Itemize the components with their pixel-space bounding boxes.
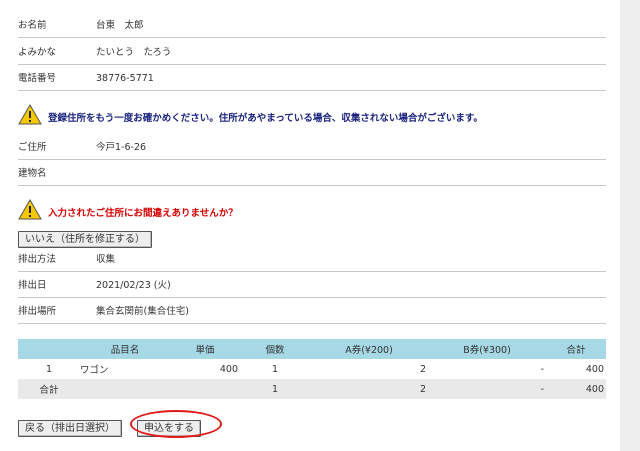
row-label: よみかな [18,47,57,58]
row-method: 排出方法 収集 [18,248,606,272]
submit-button[interactable]: 申込をする [137,420,201,437]
row-kana: よみかな たいとう たろう [18,41,606,65]
items-table: 品目名 単価 個数 A券(¥200) B券(¥300) 合計 1 ワゴン 400… [18,339,606,399]
warning-icon [18,199,42,220]
column-header: A券(¥200) [310,339,428,359]
row-value: 集合玄関前(集合住宅) [96,306,189,317]
ticket-b: - [540,363,544,375]
row-total: 400 [585,363,604,375]
row-building: 建物名 [18,162,606,186]
unit-price: 400 [219,363,238,375]
grand-total: 400 [546,379,606,399]
row-value: 台東 太郎 [96,20,144,31]
row-address: ご住所 今戸1-6-26 [18,136,606,160]
item-name: ワゴン [80,365,109,376]
column-header: 合計 [546,339,606,359]
total-cell [80,379,170,399]
row-label: お名前 [18,20,47,31]
row-label: ご住所 [18,142,47,153]
page-side-strip [620,0,640,451]
fix-address-button[interactable]: いいえ（住所を修正する） [18,231,152,248]
row-label: 排出場所 [18,306,57,317]
warning-text: 登録住所をもう一度お確かめください。住所があやまっている場合、収集されない場合が… [48,113,483,124]
row-value: 今戸1-6-26 [96,142,147,153]
warning-text: 入力されたご住所にお間違えありませんか？ [48,208,238,219]
row-label: 排出方法 [18,254,57,265]
row-value: 2021/02/23 (火) [96,280,171,291]
total-ticket-a: 2 [310,379,428,399]
total-label: 合計 [18,379,80,399]
row-label: 排出日 [18,280,47,291]
row-value: 収集 [96,254,116,265]
column-header: 単価 [170,339,240,359]
row-value: 38776-5771 [96,73,154,84]
row-label: 電話番号 [18,73,57,84]
row-number: 1 [45,363,53,375]
table-header-row: 品目名 単価 個数 A券(¥200) B券(¥300) 合計 [18,339,606,359]
column-header: 品目名 [80,339,170,359]
column-header: 個数 [240,339,310,359]
table-row: 1 ワゴン 400 1 2 - 400 [18,359,606,379]
quantity: 1 [271,363,279,375]
column-header: B券(¥300) [428,339,546,359]
warning-icon [18,104,42,125]
row-value: たいとう たろう [96,47,172,58]
ticket-a: 2 [419,363,426,375]
row-place: 排出場所 集合玄関前(集合住宅) [18,300,606,324]
column-header [18,339,80,359]
total-quantity: 1 [240,379,310,399]
total-ticket-b: - [428,379,546,399]
row-label: 建物名 [18,168,47,179]
row-date: 排出日 2021/02/23 (火) [18,274,606,298]
row-name: お名前 台東 太郎 [18,14,606,38]
total-cell [170,379,240,399]
row-phone: 電話番号 38776-5771 [18,67,606,91]
back-button[interactable]: 戻る（排出日選択） [18,420,122,437]
table-total-row: 合計 1 2 - 400 [18,379,606,399]
